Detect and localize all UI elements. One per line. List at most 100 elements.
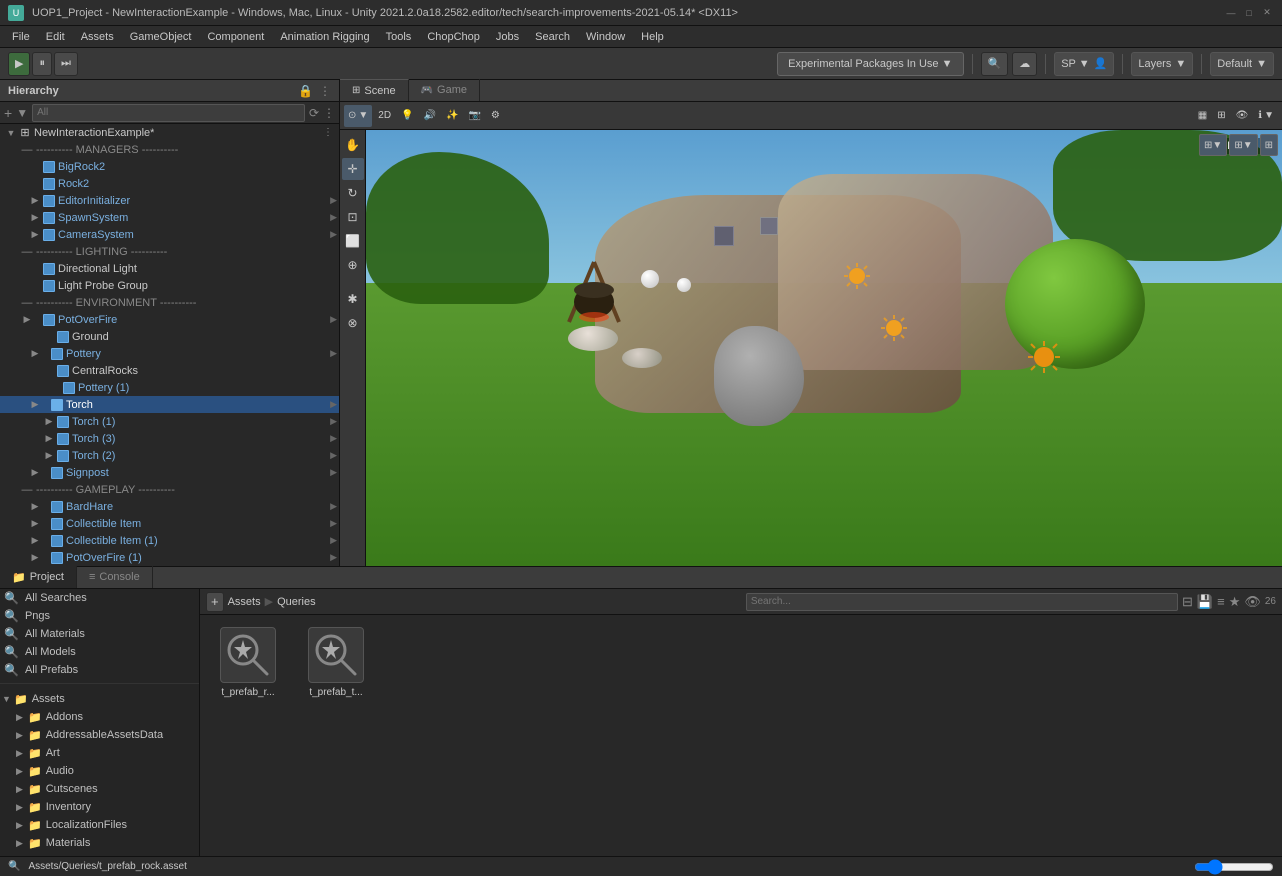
scene-viewport[interactable]: < Persp ⊞▼ ⊞▼ ⊞ — [366, 130, 1282, 566]
collectible-expand[interactable]: ▶ — [28, 517, 42, 531]
pause-button[interactable]: ⏸ — [32, 52, 52, 76]
cutscenes-expand-arrow[interactable]: ▶ — [16, 784, 28, 795]
list-view-icon[interactable]: ≡ — [1217, 594, 1225, 609]
minimize-button[interactable]: — — [1224, 6, 1238, 20]
menu-search[interactable]: Search — [527, 29, 578, 45]
breadcrumb-assets[interactable]: Assets — [228, 596, 261, 608]
file-t-prefab-t[interactable]: t_prefab_t... — [296, 623, 376, 702]
menu-jobs[interactable]: Jobs — [488, 29, 527, 45]
hierarchy-item-collectible[interactable]: ▶ Collectible Item ▶ — [0, 515, 339, 532]
gizmo-extra-btn[interactable]: ⊞ — [1260, 134, 1278, 156]
experimental-packages-button[interactable]: Experimental Packages In Use ▼ — [777, 52, 963, 76]
hierarchy-item-bardhare[interactable]: ▶ BardHare ▶ — [0, 498, 339, 515]
menu-window[interactable]: Window — [578, 29, 633, 45]
torch3-expand[interactable]: ▶ — [42, 432, 56, 446]
hierarchy-item-lightprobe[interactable]: Light Probe Group — [0, 277, 339, 294]
hierarchy-item-rock2[interactable]: Rock2 — [0, 175, 339, 192]
assets-expand-arrow[interactable]: ▼ — [2, 694, 14, 704]
tree-cutscenes[interactable]: ▶ 📁 Cutscenes — [0, 780, 199, 798]
camerasystem-expand[interactable]: ▶ — [28, 228, 42, 242]
tool-rect[interactable]: ⬜ — [342, 230, 364, 252]
hierarchy-dropdown-button[interactable]: ▼ — [16, 106, 28, 120]
collectible1-expand[interactable]: ▶ — [28, 534, 42, 548]
persp-button[interactable]: ⊙ ▼ — [344, 105, 372, 127]
tree-art[interactable]: ▶ 📁 Art — [0, 744, 199, 762]
addressable-expand-arrow[interactable]: ▶ — [16, 730, 28, 741]
editorinit-expand[interactable]: ▶ — [28, 194, 42, 208]
render-mode-button[interactable]: ⊞ — [1213, 105, 1229, 127]
eye-proj-icon[interactable]: 👁 — [1244, 594, 1261, 610]
fx-button[interactable]: ✨ — [442, 105, 462, 127]
hidden-objects-button[interactable]: 👁 — [1232, 105, 1253, 127]
hierarchy-item-torch2[interactable]: ▶ Torch (2) ▶ — [0, 447, 339, 464]
hierarchy-item-centralrocks[interactable]: CentralRocks — [0, 362, 339, 379]
hierarchy-item-bigrock2[interactable]: BigRock2 — [0, 158, 339, 175]
search-all-prefabs[interactable]: 🔍 All Prefabs — [0, 661, 199, 679]
hierarchy-item-torch1[interactable]: ▶ Torch (1) ▶ — [0, 413, 339, 430]
add-asset-button[interactable]: + — [206, 592, 224, 612]
root-options[interactable]: ⋮ — [321, 126, 335, 140]
hierarchy-options-icon[interactable]: ⋮ — [323, 106, 335, 120]
tab-game[interactable]: 🎮 Game — [409, 79, 480, 101]
cloud-button[interactable]: ☁ — [1012, 52, 1037, 76]
hierarchy-root[interactable]: ▼ ⊞ NewInteractionExample* ⋮ — [0, 124, 339, 141]
sp-dropdown[interactable]: SP ▼ 👤 — [1054, 52, 1114, 76]
zoom-slider[interactable] — [1194, 859, 1274, 875]
file-t-prefab-r[interactable]: t_prefab_r... — [208, 623, 288, 702]
tree-addons[interactable]: ▶ 📁 Addons — [0, 708, 199, 726]
tab-project[interactable]: 📁 Project — [0, 566, 77, 588]
tool-rotate[interactable]: ↻ — [342, 182, 364, 204]
step-button[interactable]: ⏭ — [54, 52, 78, 76]
menu-chopchop[interactable]: ChopChop — [419, 29, 488, 45]
options-icon[interactable]: ⋮ — [319, 84, 331, 98]
materials-expand-arrow[interactable]: ▶ — [16, 838, 28, 849]
tree-addressable[interactable]: ▶ 📁 AddressableAssetsData — [0, 726, 199, 744]
potoverfire1-expand[interactable]: ▶ — [28, 551, 42, 565]
search-all-models[interactable]: 🔍 All Models — [0, 643, 199, 661]
tool-move[interactable]: ✛ — [342, 158, 364, 180]
tool-scale[interactable]: ⊡ — [342, 206, 364, 228]
collapse-icon[interactable]: ⊟ — [1182, 594, 1193, 610]
menu-file[interactable]: File — [4, 29, 38, 45]
hierarchy-item-torch3[interactable]: ▶ Torch (3) ▶ — [0, 430, 339, 447]
hierarchy-item-collectible1[interactable]: ▶ Collectible Item (1) ▶ — [0, 532, 339, 549]
default-dropdown[interactable]: Default ▼ — [1210, 52, 1274, 76]
layers-dropdown[interactable]: Layers ▼ — [1131, 52, 1193, 76]
menu-animation-rigging[interactable]: Animation Rigging — [272, 29, 377, 45]
scene-info-button[interactable]: ℹ ▼ — [1254, 105, 1278, 127]
menu-help[interactable]: Help — [633, 29, 672, 45]
close-button[interactable]: ✕ — [1260, 6, 1274, 20]
audio-expand-arrow[interactable]: ▶ — [16, 766, 28, 777]
tool-hand[interactable]: ✋ — [342, 134, 364, 156]
addons-expand-arrow[interactable]: ▶ — [16, 712, 28, 723]
localization-expand-arrow[interactable]: ▶ — [16, 820, 28, 831]
grid-settings-button[interactable]: ▦ — [1194, 105, 1211, 127]
hierarchy-item-editorinit[interactable]: ▶ EditorInitializer ▶ — [0, 192, 339, 209]
hierarchy-item-potoverfire[interactable]: ▶ PotOverFire ▶ — [0, 311, 339, 328]
project-search-input[interactable] — [746, 593, 1178, 611]
tree-assets[interactable]: ▼ 📁 Assets — [0, 690, 199, 708]
torch-expand[interactable]: ▶ — [28, 398, 42, 412]
inventory-expand-arrow[interactable]: ▶ — [16, 802, 28, 813]
bardhare-expand[interactable]: ▶ — [28, 500, 42, 514]
tree-localization[interactable]: ▶ 📁 LocalizationFiles — [0, 816, 199, 834]
hierarchy-refresh-icon[interactable]: ⟳ — [309, 106, 319, 120]
hierarchy-item-camerasystem[interactable]: ▶ CameraSystem ▶ — [0, 226, 339, 243]
star-icon[interactable]: ★ — [1229, 594, 1241, 610]
hierarchy-item-torch[interactable]: ▶ Torch ▶ — [0, 396, 339, 413]
hierarchy-item-pottery[interactable]: ▶ Pottery ▶ — [0, 345, 339, 362]
add-hierarchy-button[interactable]: + — [4, 105, 12, 121]
gizmos-button[interactable]: ⚙ — [487, 105, 504, 127]
maximize-button[interactable]: □ — [1242, 6, 1256, 20]
search-button[interactable]: 🔍 — [981, 52, 1009, 76]
signpost-expand[interactable]: ▶ — [28, 466, 42, 480]
tool-extra[interactable]: ⊗ — [342, 312, 364, 334]
play-button[interactable]: ▶ — [8, 52, 30, 76]
root-expand-arrow[interactable]: ▼ — [4, 126, 18, 140]
search-all-searches[interactable]: 🔍 All Searches — [0, 589, 199, 607]
pottery-expand[interactable]: ▶ — [28, 347, 42, 361]
tree-audio[interactable]: ▶ 📁 Audio — [0, 762, 199, 780]
hierarchy-item-spawnsystem[interactable]: ▶ SpawnSystem ▶ — [0, 209, 339, 226]
menu-tools[interactable]: Tools — [378, 29, 420, 45]
torch1-expand[interactable]: ▶ — [42, 415, 56, 429]
